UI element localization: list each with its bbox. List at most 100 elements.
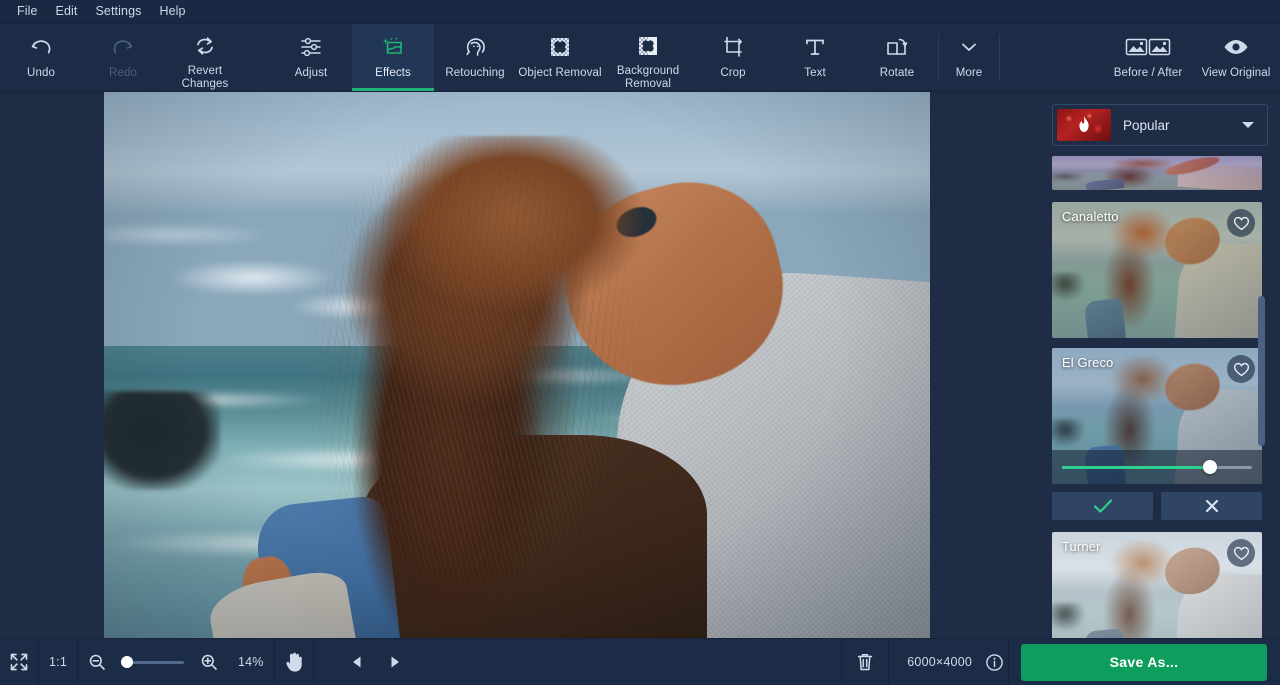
eye-icon [1221, 32, 1251, 62]
image-info: 6000×4000 [889, 639, 1008, 685]
view-original-button[interactable]: View Original [1192, 24, 1280, 91]
tool-retouching[interactable]: Retouching [434, 24, 516, 91]
scrollbar-thumb[interactable] [1258, 296, 1265, 446]
effect-name: Canaletto [1062, 209, 1119, 224]
effect-card-canaletto[interactable]: Canaletto [1052, 202, 1262, 338]
tool-retouching-label: Retouching [445, 67, 505, 79]
previous-image-button[interactable] [338, 639, 376, 685]
before-after-button[interactable]: Before / After [1104, 24, 1192, 91]
effects-category-dropdown[interactable]: Popular [1052, 104, 1268, 146]
before-after-label: Before / After [1113, 67, 1183, 79]
zoom-out-button[interactable] [78, 639, 116, 685]
favorite-button[interactable] [1227, 539, 1255, 567]
menu-item-file[interactable]: File [8, 2, 47, 21]
cancel-effect-button[interactable] [1161, 492, 1262, 520]
photo-editor-window: File Edit Settings Help Undo Redo Revert… [0, 0, 1280, 685]
save-as-button[interactable]: Save As... [1021, 643, 1267, 681]
tool-adjust[interactable]: Adjust [270, 24, 352, 91]
pan-tool-button[interactable] [275, 639, 313, 685]
slider-fill [1062, 465, 1211, 469]
effect-intensity-slider[interactable] [1052, 450, 1262, 484]
undo-button[interactable]: Undo [0, 24, 82, 91]
effects-list[interactable]: Canaletto El Greco Turner [1052, 156, 1268, 638]
fit-screen-button[interactable] [0, 639, 38, 685]
tool-more[interactable]: More [939, 24, 999, 91]
effects-category-label: Popular [1123, 117, 1170, 133]
main-toolbar: Undo Redo Revert Changes Adjust Effects … [0, 24, 1280, 92]
tool-background-removal[interactable]: Background Removal [604, 24, 692, 91]
slider-knob[interactable] [1203, 460, 1218, 474]
apply-effect-button[interactable] [1052, 492, 1153, 520]
retouching-icon [462, 32, 488, 62]
effects-panel: Popular Canaletto El Greco Turner [1040, 92, 1280, 638]
revert-changes-label: Revert Changes [181, 65, 229, 90]
favorite-button[interactable] [1227, 355, 1255, 383]
redo-label: Redo [109, 67, 137, 79]
toolbar-gap [246, 24, 270, 91]
tool-object-removal[interactable]: Object Removal [516, 24, 604, 91]
delete-image-button[interactable] [842, 639, 888, 685]
effect-name: Turner [1062, 539, 1101, 554]
effect-action-buttons [1052, 492, 1262, 520]
navigation-controls [338, 639, 414, 685]
info-icon[interactable] [980, 639, 1008, 685]
tool-text[interactable]: Text [774, 24, 856, 91]
actual-size-button[interactable]: 1:1 [39, 655, 77, 669]
slider-track[interactable] [1062, 460, 1252, 474]
revert-icon [192, 32, 218, 60]
menu-item-edit[interactable]: Edit [47, 2, 87, 21]
undo-icon [28, 32, 54, 62]
effect-card-el-greco[interactable]: El Greco [1052, 348, 1262, 484]
redo-button[interactable]: Redo [82, 24, 164, 91]
object-removal-icon [547, 32, 573, 62]
effect-thumbnail [1052, 156, 1262, 190]
rotate-icon [884, 32, 910, 62]
menu-item-settings[interactable]: Settings [87, 2, 151, 21]
tool-more-label: More [955, 67, 983, 79]
before-after-icon [1125, 32, 1171, 62]
tool-text-label: Text [804, 67, 826, 79]
chevron-down-icon [1241, 120, 1263, 130]
next-image-button[interactable] [376, 639, 414, 685]
effect-card-partial[interactable] [1052, 156, 1262, 190]
tool-object-removal-label: Object Removal [518, 67, 602, 79]
menu-bar: File Edit Settings Help [0, 0, 1280, 24]
effects-scrollbar[interactable] [1258, 156, 1265, 638]
edited-photo[interactable] [104, 92, 930, 638]
effects-scroll-content: Canaletto El Greco Turner [1052, 156, 1268, 638]
tool-background-removal-label: Background Removal [616, 65, 680, 90]
image-dimensions-label: 6000×4000 [907, 655, 972, 669]
canvas-area[interactable] [0, 92, 1040, 638]
tool-effects-label: Effects [375, 67, 411, 79]
tool-rotate-label: Rotate [879, 67, 915, 79]
photo-vignette [104, 92, 930, 638]
tool-effects[interactable]: Effects [352, 24, 434, 91]
sliders-icon [298, 32, 324, 62]
favorite-button[interactable] [1227, 209, 1255, 237]
effects-icon [380, 32, 406, 62]
redo-icon [110, 32, 136, 62]
effect-card-turner[interactable]: Turner [1052, 532, 1262, 638]
undo-label: Undo [27, 67, 55, 79]
menu-item-help[interactable]: Help [150, 2, 194, 21]
effect-name: El Greco [1062, 355, 1114, 370]
bottom-bar: 1:1 14% 6000×4000 Save As... [0, 638, 1280, 685]
workspace: Popular Canaletto El Greco Turner [0, 92, 1280, 638]
chevron-down-icon [958, 32, 980, 62]
zoom-in-button[interactable] [190, 639, 228, 685]
tool-crop-label: Crop [720, 67, 746, 79]
zoom-slider[interactable] [120, 656, 184, 668]
zoom-slider-knob[interactable] [120, 656, 133, 668]
flame-thumb [1057, 109, 1111, 141]
view-controls: 1:1 14% [0, 638, 314, 685]
text-icon [802, 32, 828, 62]
tool-rotate[interactable]: Rotate [856, 24, 938, 91]
zoom-level-label: 14% [237, 655, 264, 669]
background-removal-icon [635, 32, 661, 60]
revert-changes-button[interactable]: Revert Changes [164, 24, 246, 91]
view-original-label: View Original [1201, 67, 1271, 79]
crop-icon [720, 32, 746, 62]
tool-crop[interactable]: Crop [692, 24, 774, 91]
tool-adjust-label: Adjust [294, 67, 328, 79]
